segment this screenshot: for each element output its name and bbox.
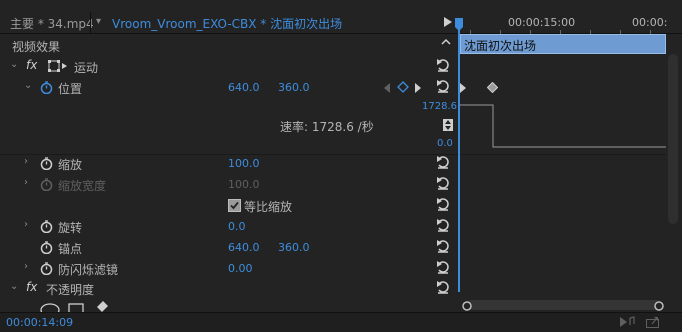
chevron-right-icon[interactable]: › [24, 219, 28, 230]
chevron-down-icon[interactable]: ⌄ [10, 281, 18, 292]
add-keyframe-icon[interactable] [397, 81, 409, 96]
clip-tab[interactable]: Vroom_Vroom_EXO-CBX * 沈面初次出场 [112, 15, 342, 32]
ruler-timecode: 00:00:15:00 [508, 16, 576, 29]
reset-icon[interactable] [436, 197, 450, 214]
scale-value[interactable]: 100.0 [228, 157, 260, 170]
property-position[interactable]: ⌄ 位置 640.0 360.0 [0, 77, 460, 98]
scale-width-value: 100.0 [228, 178, 260, 191]
audio-play-icon[interactable] [620, 316, 636, 331]
mask-tools [40, 300, 120, 312]
velocity-graph-area: 1728.6 速率: 1728.6 /秒 0.0 [0, 98, 460, 154]
reset-icon[interactable] [436, 58, 450, 75]
panel-tab-bar: 主要 * 34.mp4 ▾ Vroom_Vroom_EXO-CBX * 沈面初次… [0, 12, 460, 34]
stopwatch-icon[interactable] [40, 241, 53, 257]
fx-badge[interactable]: fx [26, 58, 37, 72]
reset-icon[interactable] [436, 79, 450, 96]
playhead[interactable] [458, 22, 460, 292]
rectangle-mask-icon[interactable] [68, 302, 84, 312]
graph-toggle-icon[interactable] [443, 119, 453, 134]
next-keyframe-icon[interactable] [415, 82, 421, 96]
effect-motion[interactable]: ⌄ fx 运动 [0, 56, 460, 77]
play-icon[interactable] [444, 16, 452, 30]
property-anchor[interactable]: 锚点 640.0 360.0 [0, 237, 460, 258]
property-label: 旋转 [58, 221, 83, 235]
reset-icon[interactable] [436, 260, 450, 277]
stopwatch-icon[interactable] [40, 81, 53, 97]
property-anti-flicker[interactable]: › 防闪烁滤镜 0.00 [0, 258, 460, 279]
panel-title: 视频效果 [12, 40, 61, 54]
dropdown-icon[interactable]: ▾ [96, 16, 101, 27]
property-scale-width: › 缩放宽度 100.0 [0, 174, 460, 195]
stopwatch-icon[interactable] [40, 220, 53, 236]
reset-icon[interactable] [436, 155, 450, 172]
property-scale[interactable]: › 缩放 100.0 [0, 153, 460, 174]
reset-icon[interactable] [436, 280, 450, 297]
reset-icon[interactable] [436, 239, 450, 256]
chevron-down-icon[interactable]: ⌄ [10, 59, 18, 70]
prev-keyframe-icon[interactable] [384, 82, 390, 96]
horizontal-scrollbar[interactable] [462, 300, 664, 311]
speed-label: 速率: 1728.6 /秒 [280, 120, 374, 134]
rotation-value[interactable]: 0.0 [228, 220, 246, 233]
export-icon[interactable] [646, 316, 660, 331]
property-label: 位置 [58, 82, 83, 96]
effect-label: 不透明度 [46, 283, 95, 297]
property-label: 缩放 [58, 158, 83, 172]
keyframe-marker[interactable] [486, 81, 499, 96]
property-label: 缩放宽度 [58, 179, 107, 193]
fx-badge[interactable]: fx [26, 280, 37, 294]
property-label: 防闪烁滤镜 [58, 263, 119, 277]
timeline-clip[interactable]: 沈面初次出场 [460, 34, 666, 54]
position-x-value[interactable]: 640.0 [228, 81, 260, 94]
position-y-value[interactable]: 360.0 [278, 81, 310, 94]
reset-icon[interactable] [436, 176, 450, 193]
effect-label: 运动 [74, 61, 99, 75]
vertical-scrollbar[interactable] [668, 54, 678, 224]
collapse-up-icon[interactable] [440, 36, 452, 51]
stopwatch-icon[interactable] [40, 262, 53, 278]
ellipse-mask-icon[interactable] [40, 302, 60, 312]
property-label: 锚点 [58, 242, 83, 256]
stopwatch-icon [40, 178, 53, 194]
status-bar: 00:00:14:09 [0, 312, 682, 332]
tab-divider [90, 12, 91, 34]
chevron-right-icon[interactable]: › [24, 156, 28, 167]
timeline-clip-name: 沈面初次出场 [464, 39, 537, 53]
chevron-right-icon: › [24, 177, 28, 188]
uniform-scale-checkbox[interactable] [228, 199, 241, 215]
flicker-value[interactable]: 0.00 [228, 262, 253, 275]
property-rotation[interactable]: › 旋转 0.0 [0, 216, 460, 237]
velocity-graph [460, 104, 666, 148]
ruler-timecode-cut: 00:00: [632, 16, 668, 29]
checkbox-label: 等比缩放 [244, 200, 293, 214]
sequence-tab[interactable]: 主要 * 34.mp4 [10, 15, 94, 32]
time-ruler[interactable]: 00:00:15:00 00:00: [460, 12, 682, 34]
transform-icon[interactable] [48, 59, 68, 76]
reset-icon[interactable] [436, 218, 450, 235]
current-timecode[interactable]: 00:00:14:09 [6, 316, 73, 329]
keyframe-marker[interactable] [460, 82, 466, 96]
anchor-x-value[interactable]: 640.0 [228, 241, 260, 254]
property-uniform-scale: 等比缩放 [0, 195, 460, 216]
chevron-down-icon[interactable]: ⌄ [24, 80, 32, 91]
effect-opacity[interactable]: ⌄ fx 不透明度 [0, 278, 460, 299]
pen-mask-icon[interactable] [96, 300, 110, 312]
stopwatch-icon[interactable] [40, 157, 53, 173]
playhead-handle-icon[interactable] [454, 18, 464, 35]
graph-max: 1728.6 [422, 101, 457, 112]
anchor-y-value[interactable]: 360.0 [278, 241, 310, 254]
chevron-right-icon[interactable]: › [24, 261, 28, 272]
video-effects-header: 视频效果 [0, 35, 460, 56]
graph-min: 0.0 [437, 138, 453, 149]
